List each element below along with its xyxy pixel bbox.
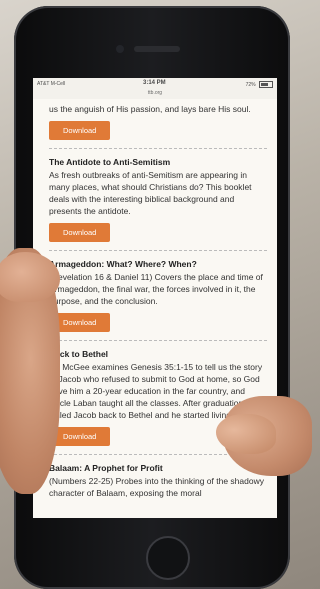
status-right: 72% [246, 81, 273, 88]
list-item: The Antidote to Anti-Semitism As fresh o… [49, 149, 267, 251]
carrier-label: AT&T M-Cell [37, 81, 66, 87]
item-title[interactable]: Armageddon: What? Where? When? [49, 259, 267, 269]
earpiece-speaker [134, 46, 180, 52]
url-bar[interactable]: ttb.org [33, 90, 277, 99]
download-button[interactable]: Download [49, 121, 111, 140]
download-button[interactable]: Download [49, 427, 111, 446]
list-item: Balaam: A Prophet for Profit (Numbers 22… [49, 455, 267, 511]
list-item: us the anguish of His passion, and lays … [49, 103, 267, 149]
battery-icon [259, 81, 273, 88]
url-text: ttb.org [147, 90, 163, 96]
item-title[interactable]: The Antidote to Anti-Semitism [49, 157, 267, 167]
item-description: (Revelation 16 & Daniel 11) Covers the p… [49, 272, 263, 306]
battery-percent: 72% [245, 81, 256, 88]
home-button[interactable] [146, 536, 190, 580]
front-camera [116, 45, 124, 53]
item-description: us the anguish of His passion, and lays … [49, 104, 251, 114]
item-title[interactable]: Back to Bethel [49, 349, 267, 359]
status-bar: AT&T M-Cell 3:14 PM 72% [33, 78, 277, 90]
item-description: (Numbers 22-25) Probes into the thinking… [49, 476, 264, 498]
item-description: As fresh outbreaks of anti-Semitism are … [49, 170, 252, 216]
item-title[interactable]: Balaam: A Prophet for Profit [49, 463, 267, 473]
list-item: Armageddon: What? Where? When? (Revelati… [49, 251, 267, 341]
download-button[interactable]: Download [49, 223, 111, 242]
status-time: 3:14 PM [143, 80, 166, 86]
